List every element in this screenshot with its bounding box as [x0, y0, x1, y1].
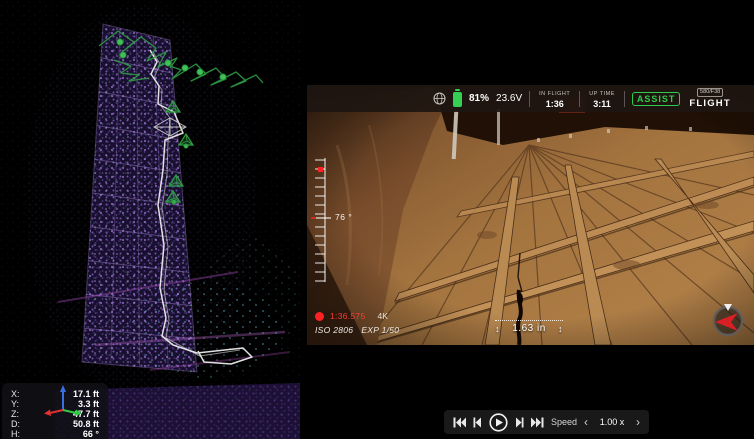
recording-info: 1:36.575 4K ISO 2806 EXP 1/50 — [315, 311, 399, 335]
storage-badge: 580/F38 — [697, 88, 723, 97]
tilt-gauge: 76 ° — [311, 155, 381, 295]
flight-mode-group: 580/F38 FLIGHT — [689, 88, 731, 109]
speed-increase-button[interactable]: › — [636, 417, 640, 427]
assist-mode-badge: ASSIST — [632, 92, 681, 106]
resolution-label: 4K — [378, 311, 388, 321]
speed-value: 1.00 x — [595, 417, 629, 427]
pointcloud-viewport[interactable]: X:17.1 ft Y:3.3 ft Z:47.7 ft D:50.8 ft H… — [0, 0, 300, 439]
play-icon — [489, 413, 508, 432]
heading-compass — [710, 302, 746, 338]
axis-gizmo — [40, 382, 86, 422]
coord-h: H:66 ° — [11, 429, 99, 439]
flight-mode-label: FLIGHT — [689, 98, 731, 109]
video-feed: 81% 23.6V IN FLIGHT 1:36 UP TIME 3:11 AS… — [307, 85, 754, 345]
tilt-angle-value: 76 ° — [335, 212, 352, 222]
step-forward-button[interactable] — [515, 417, 524, 428]
app-window: X:17.1 ft Y:3.3 ft Z:47.7 ft D:50.8 ft H… — [0, 0, 754, 439]
playback-controls: Speed ‹ 1.00 x › — [444, 410, 649, 434]
pointcloud-render — [0, 0, 300, 439]
exposure-value: EXP 1/50 — [361, 325, 399, 335]
step-back-icon — [473, 417, 482, 428]
measurement-value: 1.63 in — [512, 323, 546, 334]
measurement-overlay: ↕ 1.63 in ↕ — [495, 320, 563, 334]
skip-end-icon — [531, 417, 544, 428]
measurement-line — [495, 320, 563, 321]
battery-icon — [453, 92, 462, 107]
tilt-gauge-scale — [311, 155, 335, 287]
record-dot-icon — [315, 312, 324, 321]
step-back-button[interactable] — [473, 417, 482, 428]
step-forward-icon — [515, 417, 524, 428]
telemetry-bar: 81% 23.6V IN FLIGHT 1:36 UP TIME 3:11 AS… — [307, 85, 754, 112]
iso-value: ISO 2806 — [315, 325, 353, 335]
divider — [624, 91, 625, 107]
battery-voltage: 23.6V — [496, 93, 522, 104]
speed-label: Speed — [551, 417, 577, 427]
record-time: 1:36.575 — [330, 311, 366, 321]
tilt-marker-icon — [318, 167, 323, 172]
in-flight-stat: IN FLIGHT 1:36 — [537, 90, 572, 108]
skip-end-button[interactable] — [531, 417, 544, 428]
globe-icon — [433, 92, 446, 105]
skip-start-icon — [453, 417, 466, 428]
battery-percent: 81% — [469, 93, 489, 104]
skip-start-button[interactable] — [453, 417, 466, 428]
measure-arrow-icon: ↕ — [558, 324, 563, 334]
measure-arrow-icon: ↕ — [495, 324, 500, 334]
divider — [529, 91, 530, 107]
play-button[interactable] — [489, 413, 508, 432]
divider — [579, 91, 580, 107]
speed-decrease-button[interactable]: ‹ — [584, 417, 588, 427]
uptime-stat: UP TIME 3:11 — [587, 90, 617, 108]
